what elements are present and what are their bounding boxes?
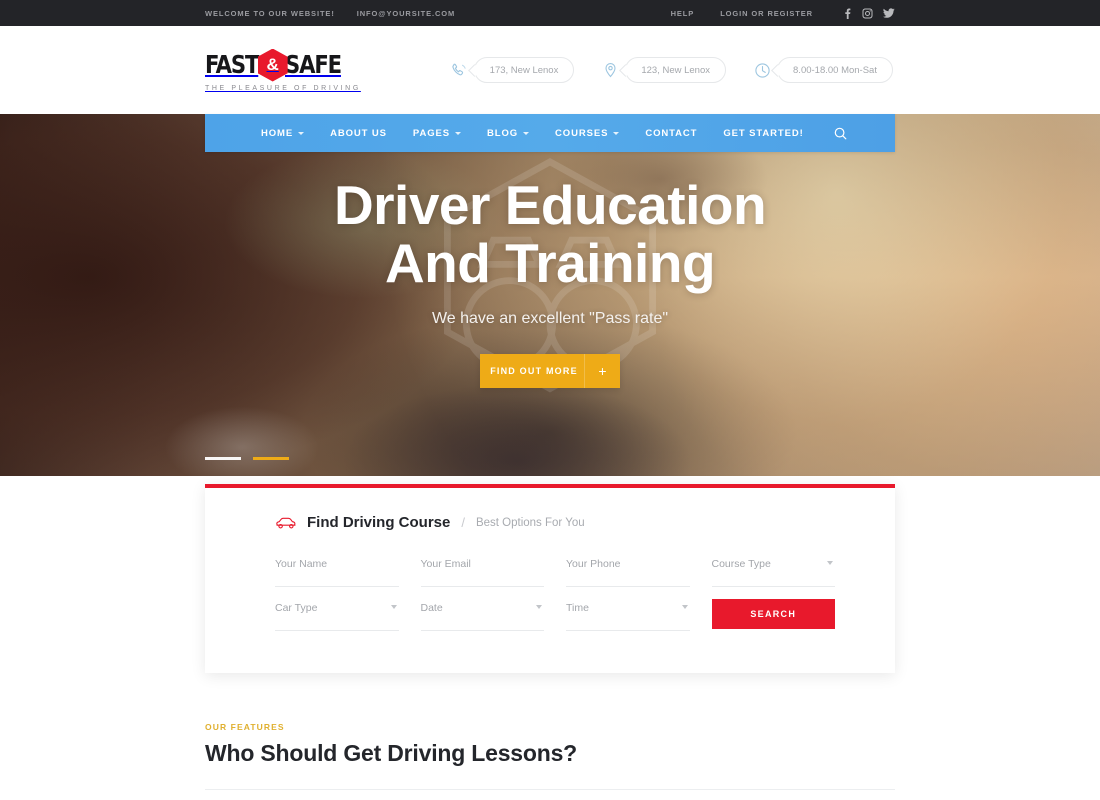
chevron-down-icon [613,132,620,135]
instagram-icon[interactable] [862,8,873,19]
chevron-down-icon [298,132,305,135]
form-subtitle: Best Options For You [475,516,585,529]
hero-title-line-1: Driver Education [333,174,767,236]
your-name-input[interactable]: Your Name [275,557,399,587]
nav-item-blog[interactable]: BLOG [474,114,542,152]
map-pin-icon [600,60,620,80]
plus-icon: + [584,354,620,388]
contact-hours[interactable]: 8.00-18.00 Mon-Sat [752,57,893,83]
phone-icon [449,60,469,80]
chevron-down-icon [827,561,833,565]
nav-item-contact[interactable]: CONTACT [632,114,710,152]
find-out-more-button[interactable]: FIND OUT MORE + [480,354,620,388]
clock-icon [752,60,772,80]
contact-phone-value: 173, New Lenox [473,57,575,83]
site-header: FAST & SAFE THE PLEASURE OF DRIVING 173,… [0,26,1100,114]
nav-label-get-started: GET STARTED! [723,127,804,139]
time-select[interactable]: Time [566,601,690,631]
nav-label-home: HOME [261,127,294,139]
car-icon [275,516,297,530]
nav-label-pages: PAGES [412,127,450,139]
facebook-icon[interactable] [843,8,852,19]
help-link[interactable]: HELP [671,9,695,18]
find-driving-course-card: Find Driving Course / Best Options For Y… [205,484,895,673]
twitter-icon[interactable] [883,8,895,18]
contact-address[interactable]: 123, New Lenox [600,57,727,83]
form-separator: / [461,515,465,530]
your-phone-placeholder: Your Phone [566,558,621,570]
date-select[interactable]: Date [420,601,544,631]
site-logo[interactable]: FAST & SAFE THE PLEASURE OF DRIVING [205,48,361,92]
hero-title-line-2: And Training [384,232,716,294]
time-value: Time [566,602,589,614]
features-eyebrow: OUR FEATURES [205,722,285,732]
slider-indicator-2[interactable] [253,457,289,460]
nav-label-contact: CONTACT [645,127,698,139]
page-root: WELCOME TO OUR WEBSITE! INFO@YOURSITE.CO… [0,0,1100,800]
nav-item-courses[interactable]: COURSES [542,114,632,152]
search-button[interactable]: SEARCH [711,599,835,629]
email-link[interactable]: INFO@YOURSITE.COM [357,9,455,18]
chevron-down-icon [536,605,542,609]
nav-label-blog: BLOG [486,127,519,139]
chevron-down-icon [681,605,688,609]
find-out-more-label: FIND OUT MORE [490,366,578,376]
social-links [843,8,895,19]
your-name-placeholder: Your Name [275,558,328,570]
chevron-down-icon [454,132,461,135]
slider-indicator-1[interactable] [205,457,241,460]
top-utility-bar: WELCOME TO OUR WEBSITE! INFO@YOURSITE.CO… [0,0,1100,26]
form-row-1: Your Name Your Email Your Phone Course T… [275,557,835,587]
chevron-down-icon [523,132,530,135]
your-email-input[interactable]: Your Email [420,557,544,587]
section-divider [205,789,895,790]
your-email-placeholder: Your Email [420,558,471,570]
logo-ampersand: & [266,55,279,74]
nav-item-get-started[interactable]: GET STARTED! [710,114,816,152]
hero-title: Driver Education And Training [0,176,1100,292]
hero-subtitle: We have an excellent "Pass rate" [431,310,669,327]
chevron-down-icon [390,605,397,609]
header-contact-info: 173, New Lenox 123, New Lenox 8.00-18.00… [449,57,895,83]
nav-item-about-us[interactable]: ABOUT US [317,114,400,152]
logo-word-fast: FAST [205,50,259,79]
contact-address-value: 123, New Lenox [625,57,727,83]
welcome-message: WELCOME TO OUR WEBSITE! [205,8,335,18]
login-register-link[interactable]: LOGIN OR REGISTER [720,9,813,18]
logo-word-safe: SAFE [284,50,342,79]
course-type-value: Course Type [711,558,771,570]
form-title: Find Driving Course [307,514,451,531]
form-header: Find Driving Course / Best Options For Y… [275,514,835,531]
date-value: Date [420,602,443,614]
features-heading: Who Should Get Driving Lessons? [205,740,578,766]
car-type-select[interactable]: Car Type [275,601,399,631]
logo-tagline: THE PLEASURE OF DRIVING [205,85,361,92]
hero-slider: Driver Education And Training We have an… [0,114,1100,476]
nav-item-pages[interactable]: PAGES [400,114,474,152]
nav-label-about-us: ABOUT US [330,127,387,139]
course-search-section: Find Driving Course / Best Options For Y… [0,476,1100,676]
contact-phone[interactable]: 173, New Lenox [449,57,575,83]
main-navigation: HOME ABOUT US PAGES BLOG COURSES CONTACT [205,114,895,152]
logo-hexagon-icon: & [257,48,288,82]
form-row-2: Car Type Date Time SEARCH [275,599,835,631]
your-phone-input[interactable]: Your Phone [566,557,690,587]
hero-slider-indicators [205,457,289,460]
features-section: OUR FEATURES Who Should Get Driving Less… [205,722,895,790]
course-type-select[interactable]: Course Type [711,557,835,587]
contact-hours-value: 8.00-18.00 Mon-Sat [777,57,893,83]
car-type-value: Car Type [275,602,318,614]
nav-label-courses: COURSES [555,127,609,139]
nav-item-home[interactable]: HOME [248,114,317,152]
search-icon[interactable] [829,114,853,152]
hero-content: Driver Education And Training We have an… [0,114,1100,388]
